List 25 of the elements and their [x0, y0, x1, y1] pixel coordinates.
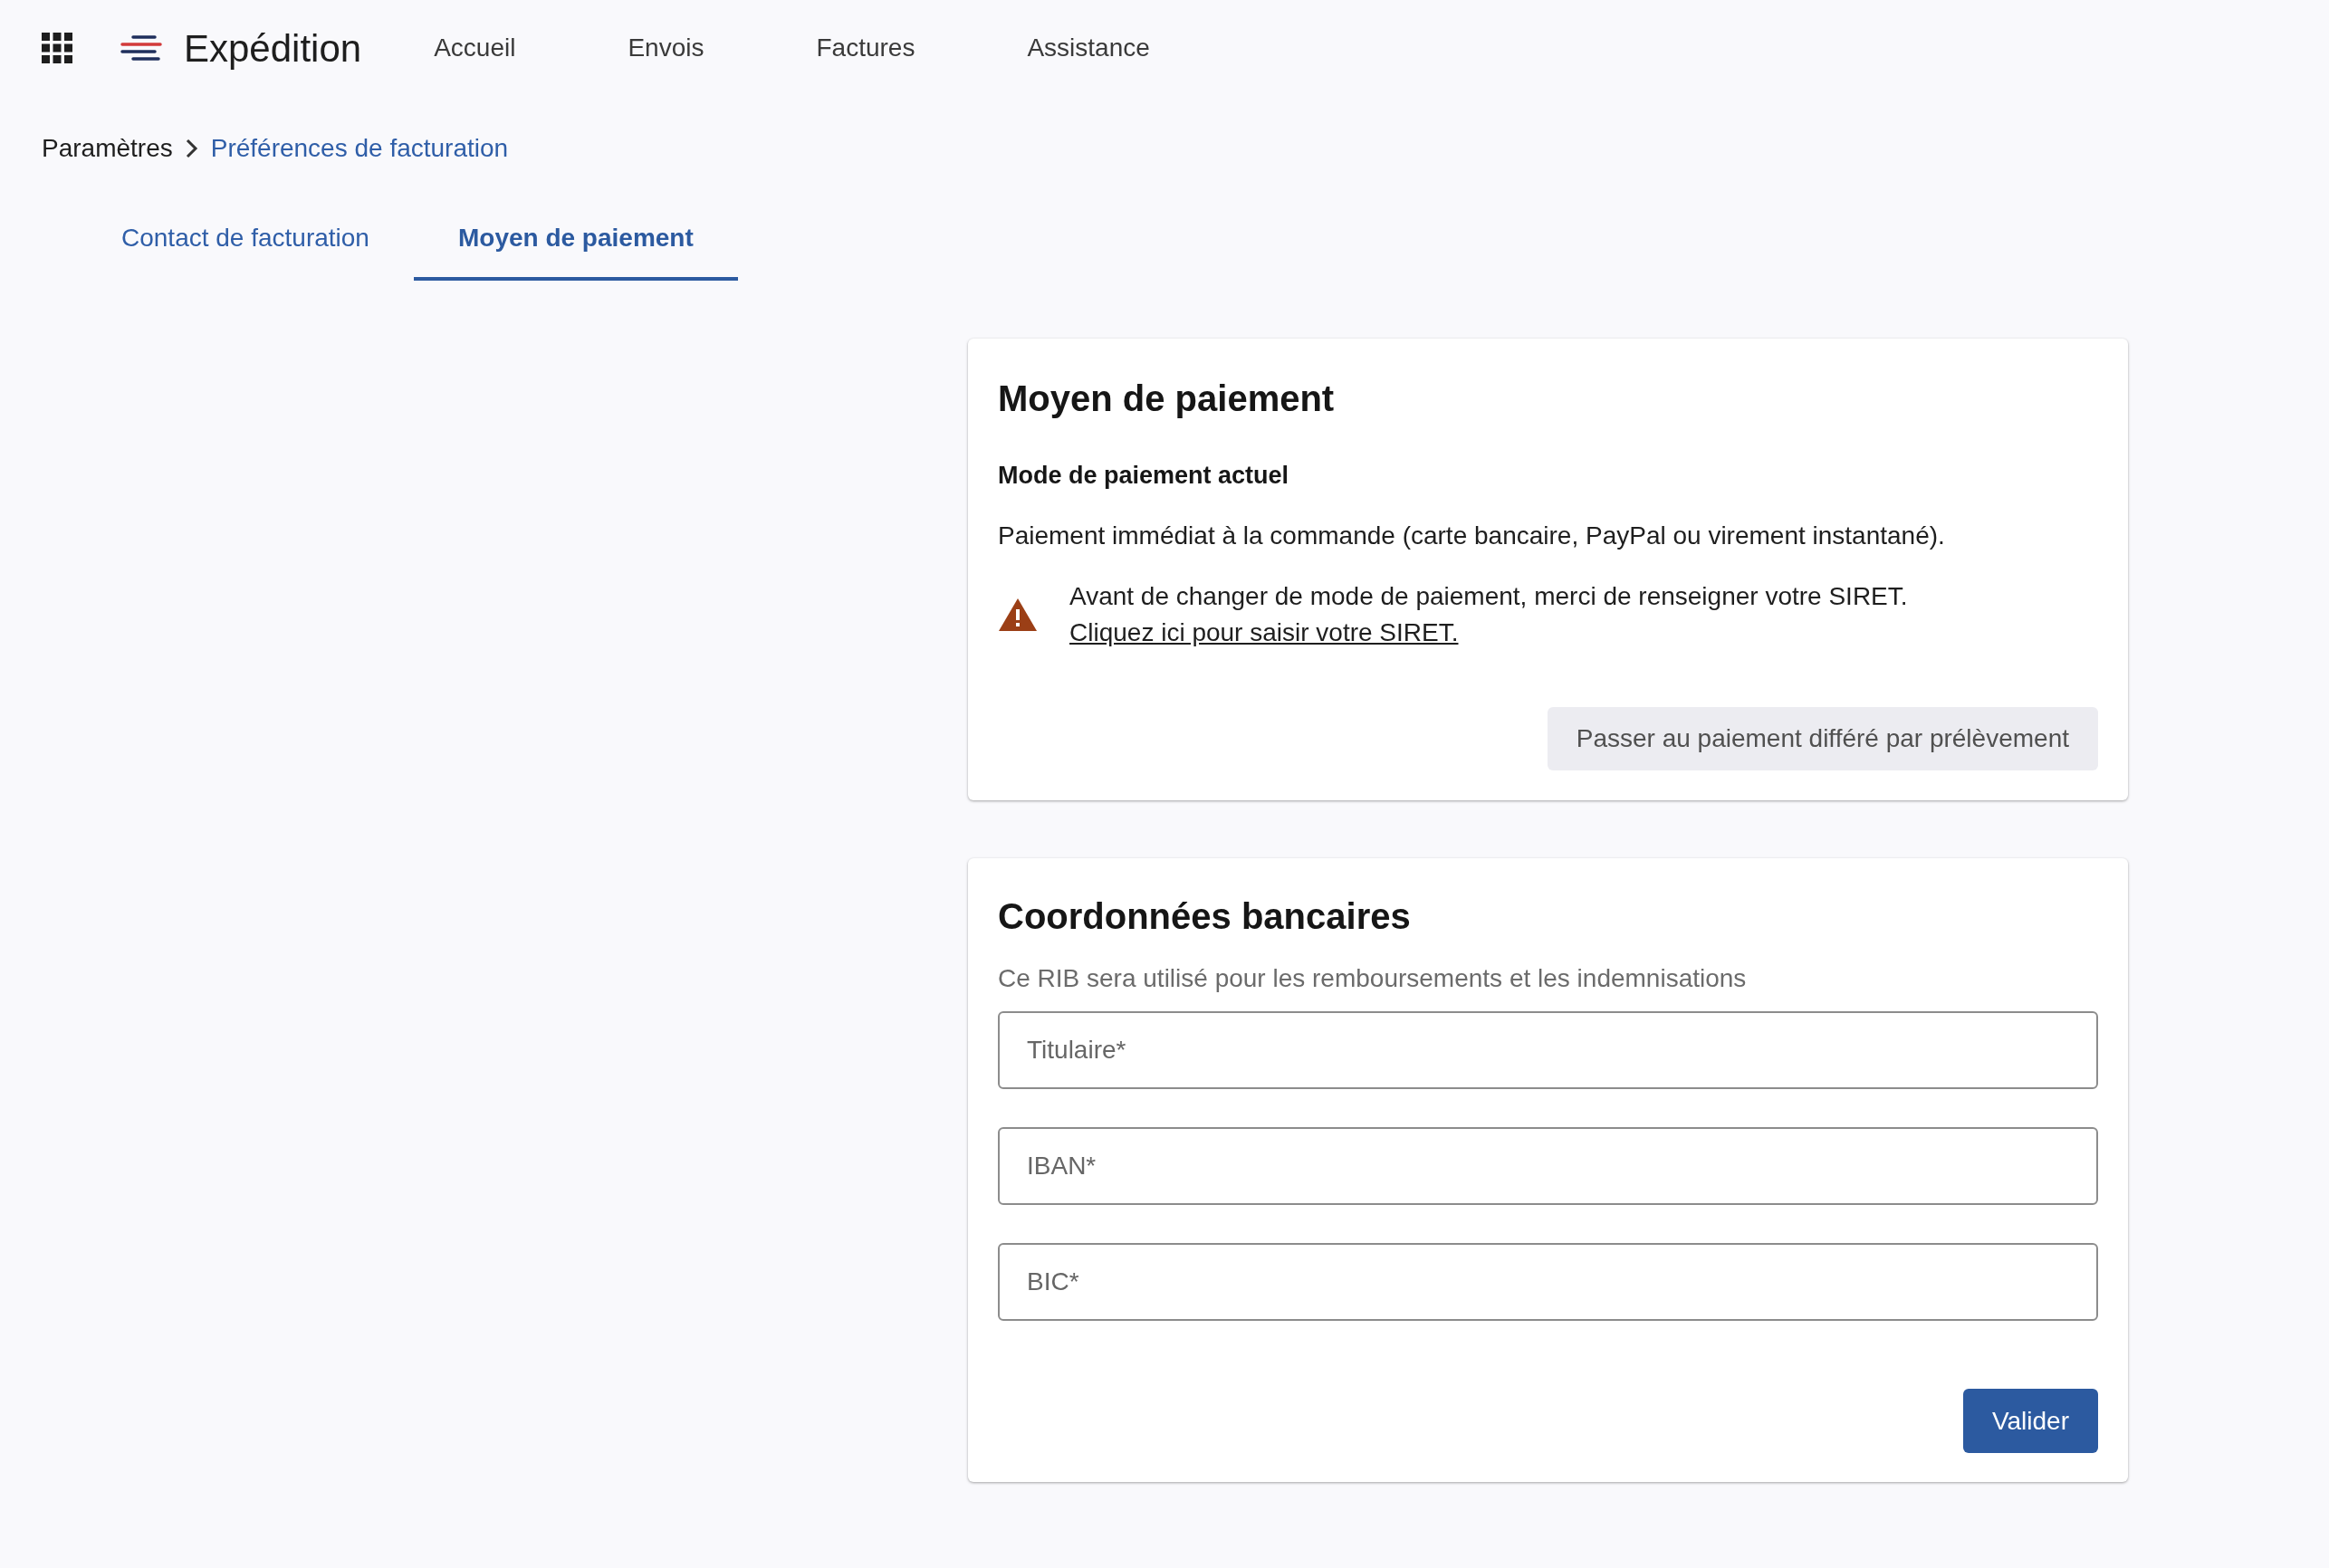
switch-payment-button[interactable]: Passer au paiement différé par prélèvement [1547, 707, 2098, 770]
card-title: Moyen de paiement [998, 378, 1336, 420]
input-field[interactable]: Titulaire* [998, 1011, 2098, 1089]
lines-logo-icon [120, 35, 162, 61]
nav-link[interactable]: Assistance [1027, 29, 1150, 67]
card-subtitle: Mode de paiement actuel [998, 461, 1290, 491]
payment-description: Paiement immédiat à la commande (carte bancaire, PayPal ou virement instantané). [998, 521, 1946, 551]
tab[interactable]: Contact de facturation [77, 199, 414, 281]
warning-icon [998, 598, 1038, 632]
grid-icon[interactable] [42, 33, 72, 63]
submit-button[interactable]: Valider [1962, 1389, 2098, 1453]
input-field[interactable]: BIC* [998, 1243, 2098, 1321]
card-hint: Ce RIB sera utilisé pour les remboursements et les indemnisations [998, 963, 1748, 994]
warning-text: Avant de changer de mode de paiement, merci de renseigner votre SIRET. [1069, 581, 1908, 612]
nav-link[interactable]: Envois [628, 29, 704, 67]
nav-link[interactable]: Factures [816, 29, 915, 67]
siret-link[interactable]: Cliquez ici pour saisir votre SIRET. [1069, 615, 1459, 651]
app-title: Expédition [184, 25, 362, 72]
input-field[interactable]: IBAN* [998, 1127, 2098, 1205]
breadcrumb-current: Préférences de facturation [210, 133, 509, 164]
breadcrumb-link[interactable]: Paramètres [42, 129, 173, 167]
card-title: Coordonnées bancaires [998, 895, 1412, 938]
tab[interactable]: Moyen de paiement [413, 199, 738, 281]
chevron-right-icon [185, 139, 198, 158]
nav-link[interactable]: Accueil [434, 29, 516, 67]
